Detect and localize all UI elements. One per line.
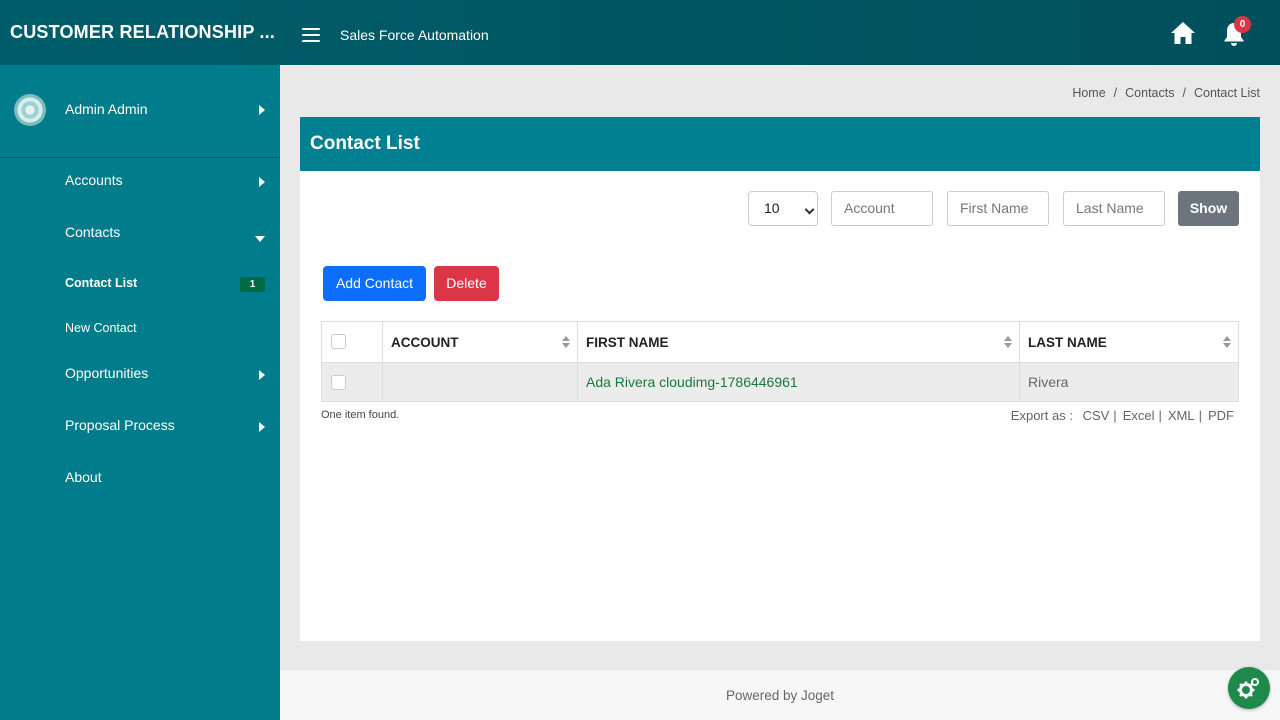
breadcrumb-contacts[interactable]: Contacts	[1125, 86, 1174, 100]
sidebar-item-about[interactable]: About	[0, 459, 280, 499]
sidebar-subitem-contact-list[interactable]: Contact List	[65, 276, 137, 290]
export-options: Export as : CSV | Excel | XML | PDF	[1010, 408, 1234, 423]
top-navbar: CUSTOMER RELATIONSHIP ... Sales Force Au…	[0, 0, 1280, 65]
delete-button[interactable]: Delete	[434, 266, 499, 301]
card-body: 10 Account First Name Last Name Show Add…	[300, 171, 1260, 641]
sort-icon[interactable]	[1004, 336, 1012, 348]
export-xml[interactable]: XML	[1168, 408, 1195, 423]
column-header-last-name[interactable]: LAST NAME	[1020, 322, 1238, 362]
avatar	[14, 94, 46, 126]
export-label: Export as :	[1010, 408, 1073, 423]
export-excel[interactable]: Excel	[1123, 408, 1155, 423]
count-badge: 1	[240, 277, 265, 292]
sidebar-item-contacts[interactable]: Contacts	[0, 214, 280, 254]
card-header: Contact List	[300, 117, 1260, 171]
table-header-row: ACCOUNT FIRST NAME LAST NAME	[322, 322, 1238, 363]
column-header-label: ACCOUNT	[391, 335, 459, 350]
row-checkbox[interactable]	[331, 375, 346, 390]
user-name: Admin Admin	[65, 101, 148, 117]
sidebar-item-opportunities[interactable]: Opportunities	[0, 355, 280, 395]
sidebar-subitem-new-contact[interactable]: New Contact	[65, 321, 137, 335]
app-title: Sales Force Automation	[340, 27, 489, 43]
user-menu[interactable]: Admin Admin	[0, 65, 280, 158]
breadcrumb-current: Contact List	[1193, 86, 1260, 100]
sidebar-item-label: About	[65, 469, 102, 485]
sidebar-item-proposal-process[interactable]: Proposal Process	[0, 407, 280, 447]
sidebar-item-label: Contacts	[65, 224, 121, 240]
cell-account	[383, 363, 578, 401]
sidebar-item-accounts[interactable]: Accounts	[0, 162, 280, 202]
add-contact-button[interactable]: Add Contact	[323, 266, 426, 301]
footer: Powered by Joget	[280, 670, 1280, 720]
sort-icon[interactable]	[562, 336, 570, 348]
table-row: Ada Rivera cloudimg-1786446961 Rivera	[322, 363, 1238, 401]
contacts-table: ACCOUNT FIRST NAME LAST NAME Ada Rivera …	[321, 321, 1239, 402]
sidebar: Admin Admin Accounts Contacts Contact Li…	[0, 65, 280, 720]
gears-icon	[1237, 678, 1259, 699]
footer-text: Powered by Joget	[725, 688, 835, 703]
show-button[interactable]: Show	[1178, 191, 1239, 226]
notification-badge: 0	[1234, 16, 1251, 33]
page-title: Contact List	[310, 133, 420, 154]
column-header-label: FIRST NAME	[586, 335, 669, 350]
caret-down-icon	[255, 236, 265, 242]
breadcrumb-home[interactable]: Home	[1072, 86, 1105, 100]
export-csv[interactable]: CSV	[1083, 408, 1110, 423]
app-brand[interactable]: CUSTOMER RELATIONSHIP ...	[10, 22, 275, 43]
breadcrumb: Home / Contacts / Contact List	[1072, 86, 1260, 100]
home-icon[interactable]	[1170, 21, 1196, 45]
sort-icon[interactable]	[1223, 336, 1231, 348]
page-size-select[interactable]: 10	[748, 191, 818, 226]
caret-right-icon	[259, 422, 265, 432]
settings-fab[interactable]	[1228, 667, 1270, 709]
caret-right-icon	[259, 177, 265, 187]
last-name-filter-input[interactable]: Last Name	[1063, 191, 1165, 226]
sidebar-item-label: Proposal Process	[65, 417, 175, 433]
account-filter-input[interactable]: Account	[831, 191, 933, 226]
cell-last-name: Rivera	[1028, 374, 1069, 390]
cell-first-name: Ada Rivera cloudimg-1786446961	[578, 363, 1020, 401]
chevron-down-icon	[804, 204, 815, 215]
contact-link[interactable]: Ada Rivera cloudimg-1786446961	[586, 374, 798, 390]
column-header-account[interactable]: ACCOUNT	[383, 322, 578, 362]
caret-right-icon	[259, 105, 265, 115]
sidebar-item-label: Accounts	[65, 172, 123, 188]
menu-toggle-icon[interactable]	[302, 28, 320, 42]
result-count: One item found.	[321, 409, 400, 421]
export-pdf[interactable]: PDF	[1208, 408, 1234, 423]
page-size-value: 10	[764, 200, 780, 216]
column-header-label: LAST NAME	[1028, 335, 1107, 350]
caret-right-icon	[259, 370, 265, 380]
column-header-first-name[interactable]: FIRST NAME	[578, 322, 1020, 362]
sidebar-item-label: Opportunities	[65, 365, 149, 381]
select-all-checkbox[interactable]	[331, 334, 346, 349]
first-name-filter-input[interactable]: First Name	[947, 191, 1049, 226]
